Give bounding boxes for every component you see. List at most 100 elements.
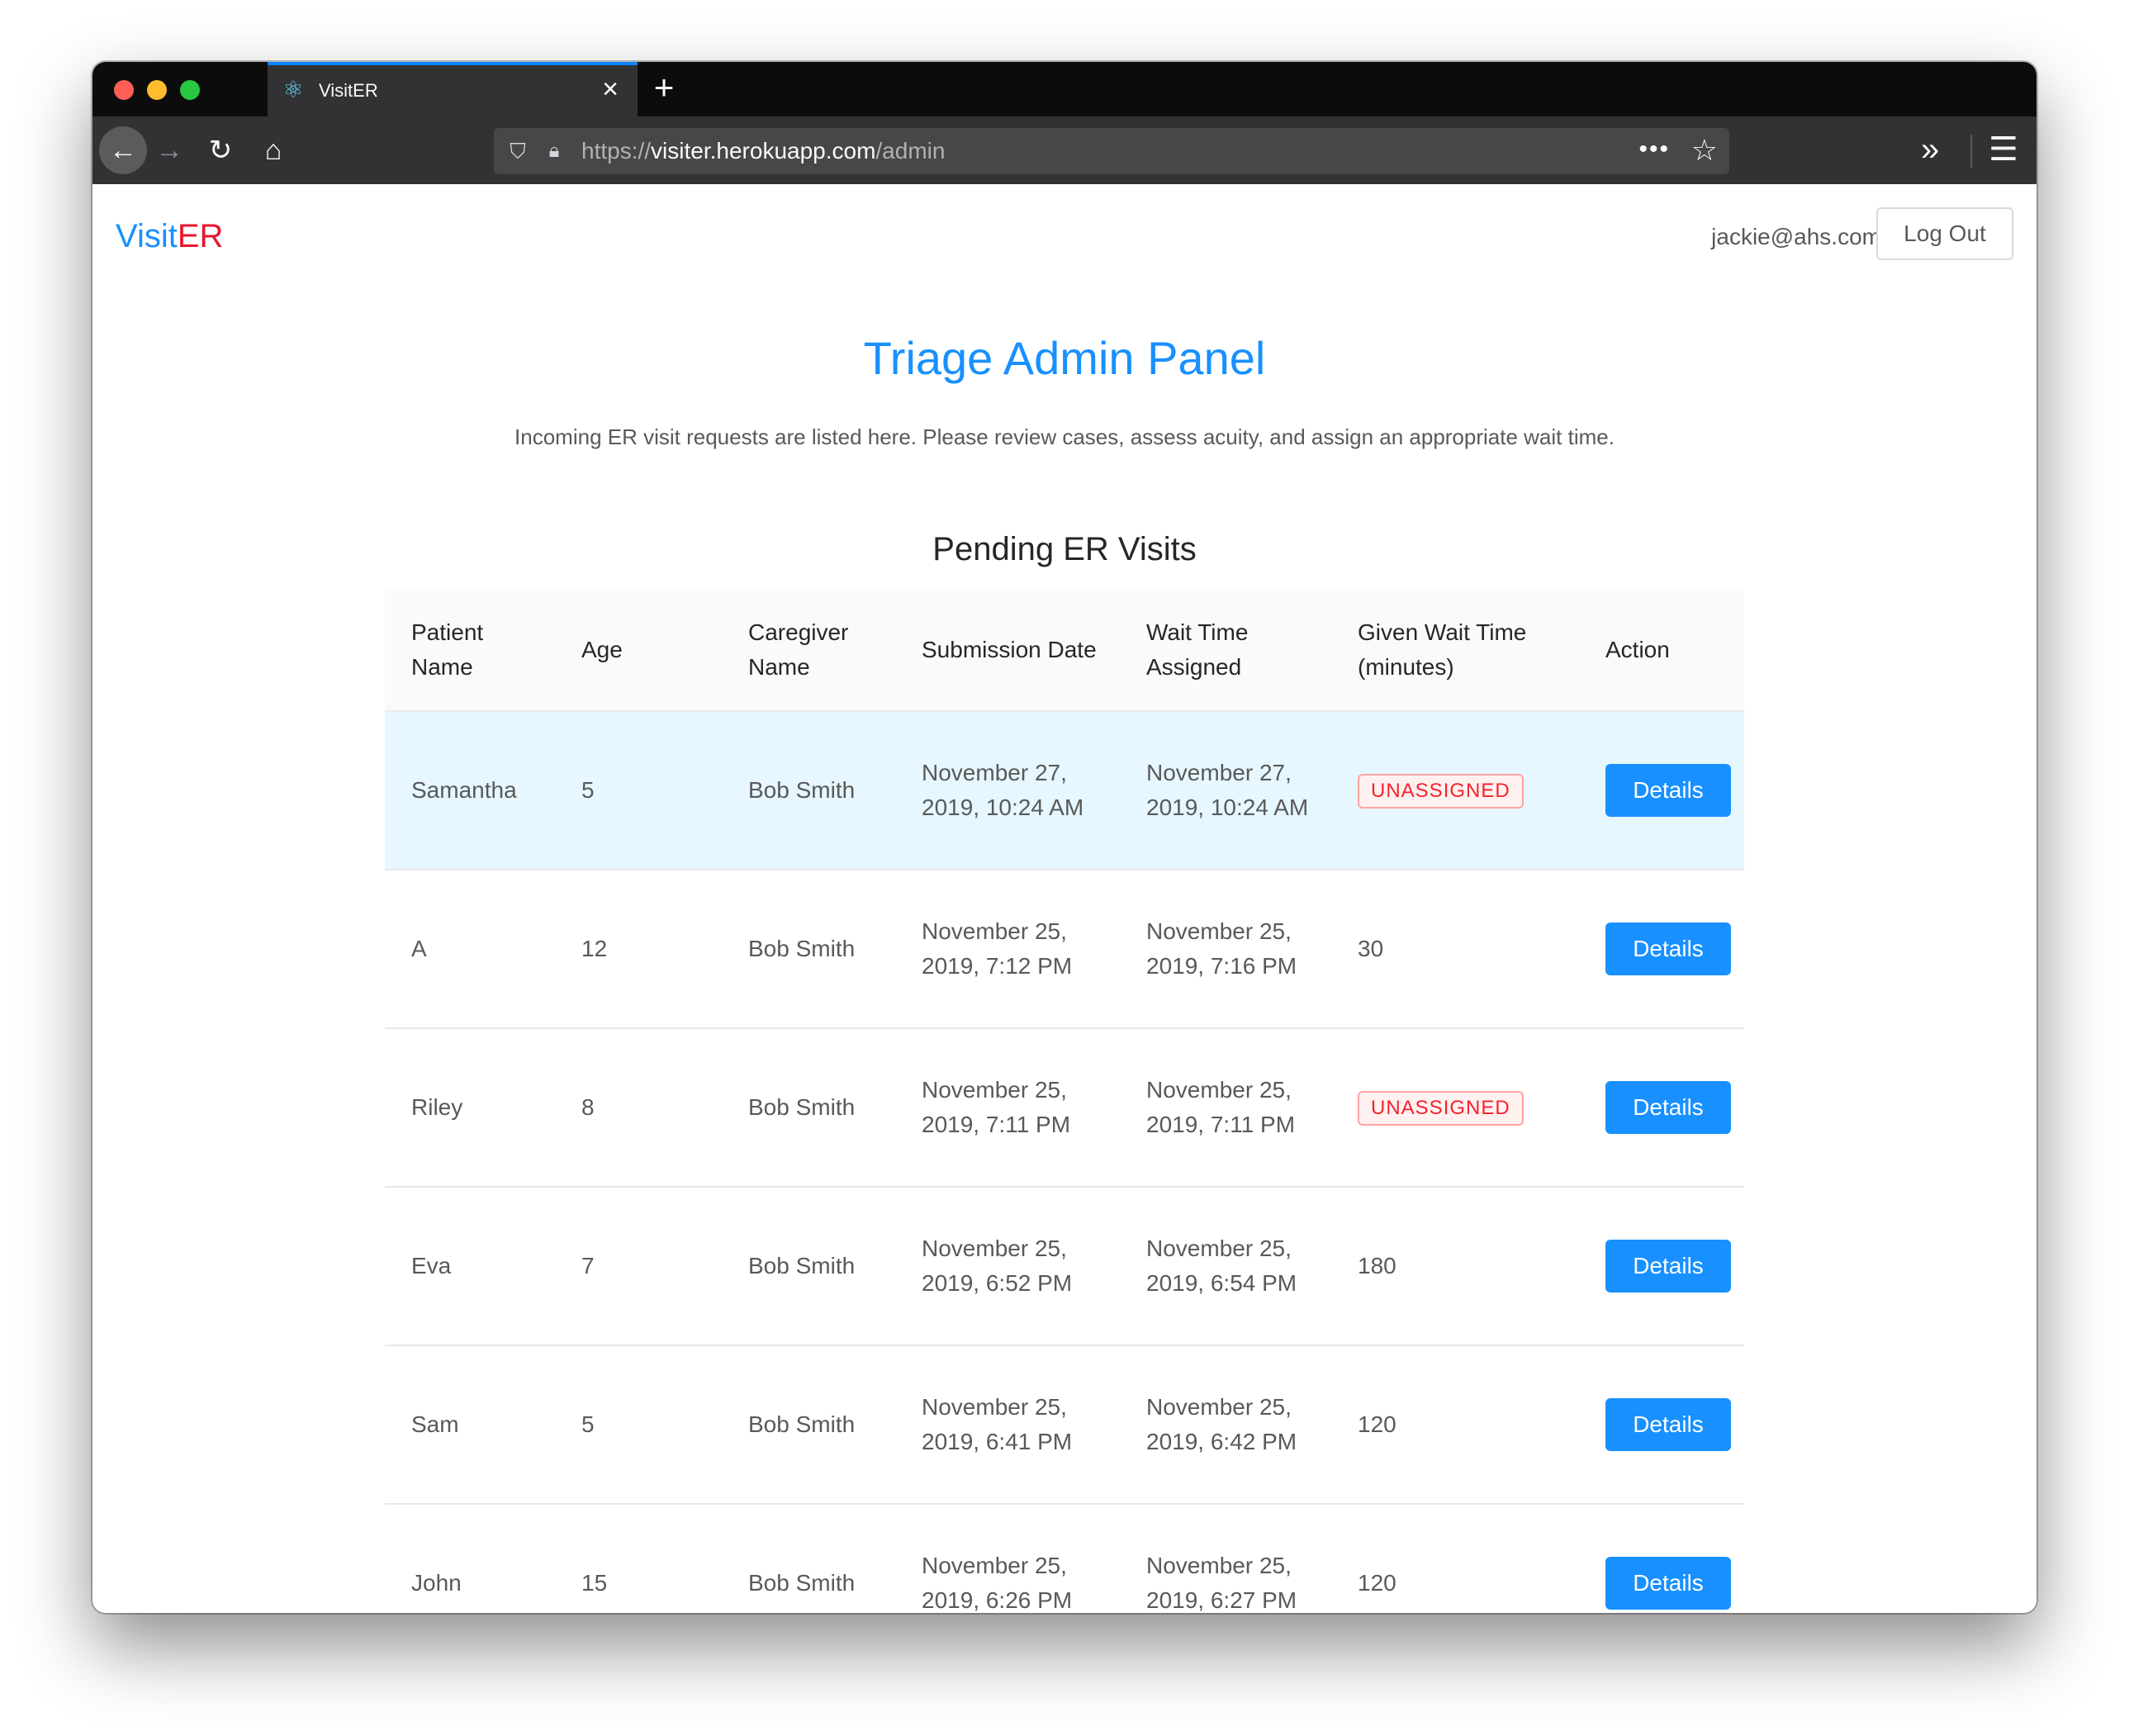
patient-name-cell: Sam [385,1345,555,1505]
action-cell: Details [1579,1028,1744,1188]
user-email: jackie@ahs.com [1711,224,1881,249]
address-bar[interactable]: ⛉ 🔒︎ https://visiter.herokuapp.com/admin… [494,128,1729,174]
submission-date-cell: November 25, 2019, 6:26 PM [895,1504,1120,1613]
caregiver-cell: Bob Smith [722,711,895,870]
home-icon[interactable]: ⌂ [249,126,297,174]
patient-name-cell: Samantha [385,711,555,870]
column-header-caregiver-name[interactable]: Caregiver Name [722,589,895,712]
table-header-row: Patient Name Age Caregiver Name Submissi… [385,589,1744,712]
action-cell: Details [1579,870,1744,1029]
wait-time-assigned-cell: November 25, 2019, 6:54 PM [1120,1187,1331,1346]
action-cell: Details [1579,1345,1744,1505]
details-button[interactable]: Details [1605,1240,1731,1293]
patient-name-cell: Eva [385,1187,555,1346]
caregiver-cell: Bob Smith [722,1028,895,1188]
tab-visiter[interactable]: ⚛ VisitER × [268,62,638,116]
details-button[interactable]: Details [1605,1557,1731,1610]
unassigned-badge: UNASSIGNED [1358,774,1524,809]
page-content: VisitER jackie@ahs.com Log Out Triage Ad… [92,184,2037,1613]
column-header-submission-date[interactable]: Submission Date [895,589,1120,712]
caregiver-cell: Bob Smith [722,1504,895,1613]
given-wait-time-cell: UNASSIGNED [1331,1028,1579,1188]
pending-visits-table: Patient Name Age Caregiver Name Submissi… [385,589,1744,1613]
patient-name-cell: John [385,1504,555,1613]
table-row[interactable]: Eva 7 Bob Smith November 25, 2019, 6:52 … [385,1187,1744,1346]
tracking-shield-icon[interactable]: ⛉ [505,138,530,164]
age-cell: 8 [555,1028,722,1188]
wait-time-assigned-cell: November 27, 2019, 10:24 AM [1120,711,1331,870]
patient-name-cell: A [385,870,555,1029]
logout-button[interactable]: Log Out [1876,207,2013,260]
react-atom-icon: ⚛ [282,77,304,102]
table-row[interactable]: John 15 Bob Smith November 25, 2019, 6:2… [385,1504,1744,1613]
submission-date-cell: November 25, 2019, 7:11 PM [895,1028,1120,1188]
given-wait-time-cell: 30 [1331,870,1579,1029]
table-header: Patient Name Age Caregiver Name Submissi… [385,589,1744,712]
column-header-given-wait-time[interactable]: Given Wait Time (minutes) [1331,589,1579,712]
tab-strip: ⚛ VisitER × + [92,62,2037,116]
close-window-button[interactable] [114,80,134,100]
table-row[interactable]: Riley 8 Bob Smith November 25, 2019, 7:1… [385,1028,1744,1188]
minimize-window-button[interactable] [147,80,167,100]
section-title: Pending ER Visits [932,531,1197,567]
column-header-age[interactable]: Age [555,589,722,712]
age-cell: 5 [555,711,722,870]
url-text[interactable]: https://visiter.herokuapp.com/admin [581,138,945,164]
action-cell: Details [1579,1187,1744,1346]
submission-date-cell: November 25, 2019, 6:52 PM [895,1187,1120,1346]
table-body: Samantha 5 Bob Smith November 27, 2019, … [385,711,1744,1613]
overflow-chevron-icon[interactable]: » [1921,130,1939,169]
page-title: Triage Admin Panel [863,332,1266,384]
given-wait-time-cell: 120 [1331,1504,1579,1613]
column-header-patient-name[interactable]: Patient Name [385,589,555,712]
browser-window: ⚛ VisitER × + ← → ↻ ⌂ ⛉ 🔒︎ https://visit… [92,62,2037,1613]
given-wait-time-cell: 180 [1331,1187,1579,1346]
url-path: /admin [875,138,946,164]
table-row[interactable]: A 12 Bob Smith November 25, 2019, 7:12 P… [385,870,1744,1029]
given-wait-time-cell: 120 [1331,1345,1579,1505]
caregiver-cell: Bob Smith [722,870,895,1029]
action-cell: Details [1579,711,1744,870]
details-button[interactable]: Details [1605,1081,1731,1134]
forward-arrow-icon[interactable]: → [145,126,193,174]
page-actions-icon[interactable]: ••• [1638,135,1670,164]
reload-icon[interactable]: ↻ [197,126,244,174]
column-header-wait-time-assigned[interactable]: Wait Time Assigned [1120,589,1331,712]
submission-date-cell: November 27, 2019, 10:24 AM [895,711,1120,870]
wait-time-assigned-cell: November 25, 2019, 7:11 PM [1120,1028,1331,1188]
submission-date-cell: November 25, 2019, 6:41 PM [895,1345,1120,1505]
table-row[interactable]: Sam 5 Bob Smith November 25, 2019, 6:41 … [385,1345,1744,1505]
wait-time-assigned-cell: November 25, 2019, 7:16 PM [1120,870,1331,1029]
hamburger-menu-icon[interactable]: ☰ [1989,130,2018,169]
column-header-action: Action [1579,589,1744,712]
wait-time-assigned-cell: November 25, 2019, 6:42 PM [1120,1345,1331,1505]
toolbar-divider [1970,135,1972,168]
close-tab-icon[interactable]: × [596,75,624,103]
action-cell: Details [1579,1504,1744,1613]
age-cell: 12 [555,870,722,1029]
lock-icon[interactable]: 🔒︎ [542,138,567,164]
maximize-window-button[interactable] [180,80,200,100]
age-cell: 5 [555,1345,722,1505]
submission-date-cell: November 25, 2019, 7:12 PM [895,870,1120,1029]
navigation-toolbar: ← → ↻ ⌂ ⛉ 🔒︎ https://visiter.herokuapp.c… [92,116,2037,184]
new-tab-icon[interactable]: + [647,70,680,105]
age-cell: 7 [555,1187,722,1346]
details-button[interactable]: Details [1605,764,1731,817]
details-button[interactable]: Details [1605,1398,1731,1451]
unassigned-badge: UNASSIGNED [1358,1091,1524,1126]
caregiver-cell: Bob Smith [722,1187,895,1346]
patient-name-cell: Riley [385,1028,555,1188]
url-scheme: https:// [581,138,652,164]
bookmark-star-icon[interactable]: ☆ [1691,135,1718,166]
wait-time-assigned-cell: November 25, 2019, 6:27 PM [1120,1504,1331,1613]
caregiver-cell: Bob Smith [722,1345,895,1505]
age-cell: 15 [555,1504,722,1613]
tab-title: VisitER [319,80,378,101]
page-description: Incoming ER visit requests are listed he… [514,425,1615,449]
details-button[interactable]: Details [1605,923,1731,975]
given-wait-time-cell: UNASSIGNED [1331,711,1579,870]
back-arrow-icon[interactable]: ← [99,126,147,174]
brand-logo[interactable]: VisitER [116,216,223,257]
table-row[interactable]: Samantha 5 Bob Smith November 27, 2019, … [385,711,1744,870]
